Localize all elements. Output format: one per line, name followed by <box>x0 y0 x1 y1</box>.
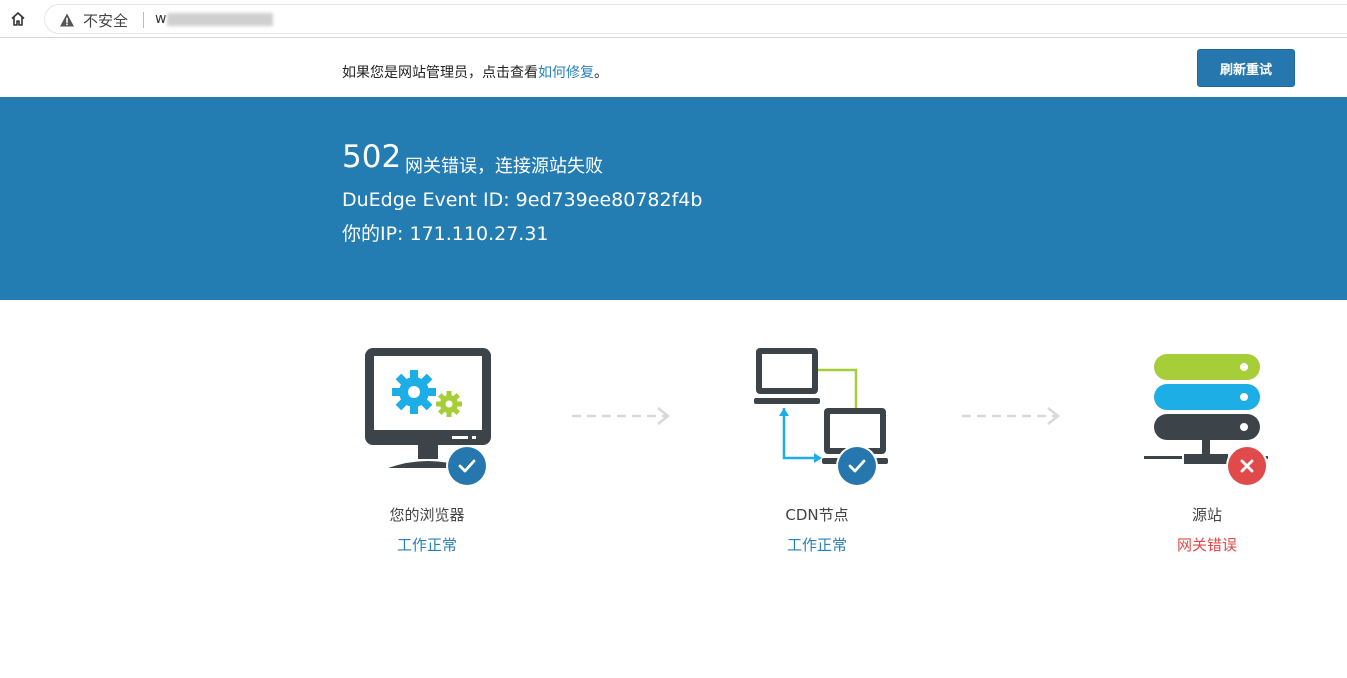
how-to-fix-link[interactable]: 如何修复 <box>538 65 594 81</box>
home-icon <box>11 12 25 26</box>
error-message: 网关错误，连接源站失败 <box>405 156 603 177</box>
node-name-origin: 源站 <box>1191 506 1222 524</box>
error-code: 502 <box>342 139 402 175</box>
small-gear-icon <box>436 391 462 417</box>
node-status-cdn: 工作正常 <box>786 536 847 554</box>
node-name-browser: 您的浏览器 <box>389 506 465 524</box>
origin-server-icon <box>1144 354 1268 487</box>
redacted-url <box>167 13 273 26</box>
check-badge-icon <box>446 445 488 487</box>
client-ip: 你的IP: 171.110.27.31 <box>342 223 549 245</box>
check-badge-icon <box>836 445 878 487</box>
omnibox-divider <box>143 12 144 28</box>
event-id: DuEdge Event ID: 9ed739ee80782f4b <box>342 189 703 211</box>
arrow-right-icon <box>572 407 671 425</box>
admin-notice: 如果您是网站管理员，点击查看如何修复。 <box>342 62 608 82</box>
url-omnibox[interactable]: 不安全 w <box>44 4 1347 34</box>
notice-end: 。 <box>594 65 608 81</box>
notice-text: 如果您是网站管理员，点击查看 <box>342 65 538 81</box>
node-status-origin: 网关错误 <box>1176 536 1237 554</box>
url-text: w <box>155 11 167 27</box>
node-status-browser: 工作正常 <box>396 536 457 554</box>
warning-icon <box>60 13 74 27</box>
error-badge-icon <box>1226 445 1268 487</box>
arrow-right-icon <box>962 407 1061 425</box>
error-banner: 502 网关错误，连接源站失败 DuEdge Event ID: 9ed739e… <box>0 97 1347 300</box>
node-name-cdn: CDN节点 <box>785 506 849 524</box>
gear-icon <box>392 370 436 414</box>
home-button[interactable] <box>6 7 30 31</box>
browser-monitor-icon <box>365 348 491 487</box>
cdn-network-icon <box>754 348 888 487</box>
security-status-label: 不安全 <box>83 12 129 30</box>
refresh-retry-button[interactable]: 刷新重试 <box>1197 49 1295 87</box>
browser-address-bar: 不安全 w <box>0 0 1347 38</box>
